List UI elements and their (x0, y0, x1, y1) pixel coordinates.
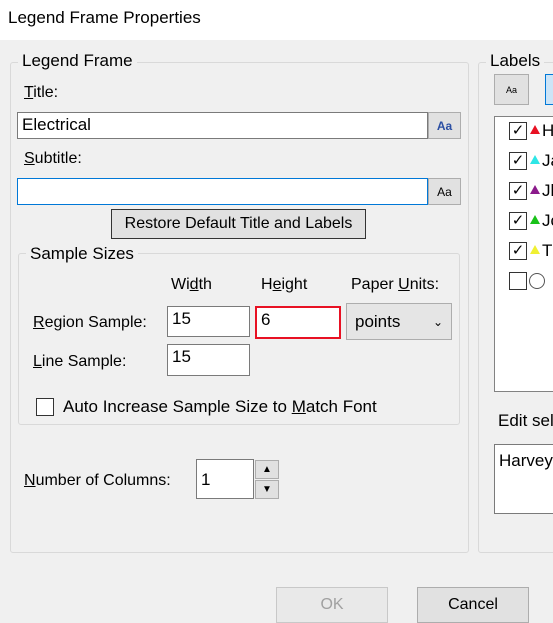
labels-font-button-label: Aa (505, 84, 517, 95)
list-item[interactable]: ✓ Ja (495, 147, 553, 177)
columns-input[interactable]: 1 (196, 459, 254, 499)
height-header: Height (261, 276, 308, 293)
list-item-checkbox[interactable]: ✓ (509, 152, 527, 170)
list-item-checkbox[interactable]: ✓ (509, 242, 527, 260)
subtitle-font-button-label: Aa (437, 184, 452, 199)
subtitle-font-button[interactable]: Aa (428, 178, 461, 205)
region-height-input[interactable]: 6 (255, 306, 341, 339)
list-item[interactable]: ✓ Jc (495, 207, 553, 237)
chevron-down-icon: ⌄ (432, 314, 443, 329)
title-input[interactable]: Electrical (17, 112, 428, 139)
triangle-red-icon (530, 125, 540, 134)
labels-caption: Labels (486, 51, 545, 71)
auto-increase-label: Auto Increase Sample Size to Match Font (63, 397, 377, 416)
list-item[interactable] (495, 267, 553, 297)
subtitle-label: Subtitle: (24, 150, 82, 167)
subtitle-input[interactable] (17, 178, 428, 205)
title-font-button[interactable]: Aa (428, 112, 461, 139)
list-item-checkbox[interactable]: ✓ (509, 182, 527, 200)
triangle-yellow-icon (530, 245, 540, 254)
circle-icon (529, 273, 545, 289)
sample-sizes-caption: Sample Sizes (26, 244, 138, 264)
spin-up-button[interactable]: ▲ (255, 460, 279, 479)
legend-frame-caption: Legend Frame (18, 51, 137, 71)
list-item-label: H (542, 121, 553, 141)
paper-units-header: Paper Units: (351, 276, 440, 293)
paper-units-select[interactable]: points ⌄ (346, 303, 452, 340)
list-item-label: Jl (542, 181, 553, 200)
title-bar: Legend Frame Properties (0, 0, 553, 40)
list-item-checkbox[interactable]: ✓ (509, 212, 527, 230)
list-item[interactable]: ✓ T (495, 237, 553, 267)
line-sample-label: Line Sample: (33, 353, 127, 370)
region-sample-label: Region Sample: (33, 314, 147, 331)
paper-units-value: points (355, 311, 401, 331)
region-width-input[interactable]: 15 (167, 306, 250, 337)
list-item-label: Ja (542, 151, 553, 170)
edit-selection-input[interactable]: Harvey (494, 444, 553, 514)
labels-secondary-button[interactable] (545, 74, 553, 105)
edit-selection-label: Edit sel (498, 411, 553, 430)
window-title: Legend Frame Properties (8, 8, 201, 27)
labels-list[interactable]: ✓ H ✓ Ja ✓ Jl ✓ Jc ✓ T (494, 116, 553, 392)
triangle-cyan-icon (530, 155, 540, 164)
number-of-columns-label: Number of Columns: (24, 472, 171, 489)
triangle-purple-icon (530, 185, 540, 194)
title-label: Title: (24, 84, 59, 101)
list-item-checkbox[interactable] (509, 272, 527, 290)
list-item-label: Jc (542, 211, 553, 230)
list-item[interactable]: ✓ Jl (495, 177, 553, 207)
auto-increase-checkbox[interactable] (36, 398, 54, 416)
width-header: Width (171, 276, 212, 293)
spin-down-button[interactable]: ▼ (255, 480, 279, 499)
line-width-input[interactable]: 15 (167, 344, 250, 376)
title-font-button-label: Aa (436, 118, 453, 133)
labels-font-button[interactable]: Aa (494, 74, 529, 105)
list-item[interactable]: ✓ H (495, 117, 553, 147)
list-item-checkbox[interactable]: ✓ (509, 122, 527, 140)
triangle-green-icon (530, 215, 540, 224)
restore-defaults-button[interactable]: Restore Default Title and Labels (111, 209, 366, 239)
list-item-label: T (542, 241, 553, 260)
